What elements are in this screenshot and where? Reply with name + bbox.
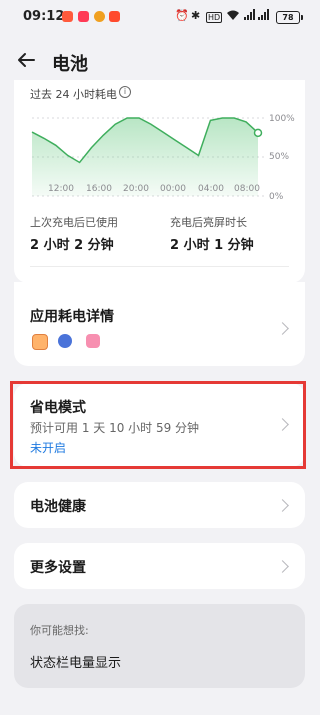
chevron-right-icon [276,322,289,335]
app-icon [58,334,72,348]
y-tick-label: 100% [269,114,295,124]
x-tick-label: 08:00 [234,184,260,194]
app-header: 电池 [0,44,320,80]
stat-label-used: 上次充电后已使用 [30,216,118,229]
stat-value-screen: 2 小时 1 分钟 [170,238,254,253]
suggestion-card: 你可能想找: 状态栏电量显示 [14,604,305,688]
app-icon [86,334,100,348]
battery-icon: 78 [276,11,303,24]
suggestion-link[interactable]: 状态栏电量显示 [30,652,121,671]
signal-icon [244,9,256,23]
back-icon[interactable] [16,50,36,75]
x-tick-label: 20:00 [123,184,149,194]
notification-app-icon [94,11,105,22]
notification-app-icon [62,11,73,22]
more-settings-row[interactable]: 更多设置 [14,543,305,589]
current-point [253,128,263,138]
notification-app-icon [109,11,120,22]
status-time: 09:12 [23,9,65,24]
signal-icon [258,9,270,23]
app-usage-title: 应用耗电详情 [30,309,114,325]
x-tick-label: 00:00 [160,184,186,194]
hd-icon: HD [206,12,223,23]
battery-health-row[interactable]: 电池健康 [14,482,305,528]
notification-app-icon [78,11,89,22]
x-tick-label: 12:00 [48,184,74,194]
battery-usage-card: 过去 24 小时耗电 i 100% 50% 0% 12:00 16:00 20:… [14,80,305,283]
stat-value-used: 2 小时 2 分钟 [30,238,114,253]
x-tick-label: 16:00 [86,184,112,194]
alarm-icon: ⏰ [175,9,189,22]
highlight-box [10,381,306,469]
y-tick-label: 50% [269,152,290,162]
y-tick-label: 0% [269,192,284,202]
vibrate-icon: ✱ [191,9,201,22]
battery-health-title: 电池健康 [30,499,86,515]
page-title: 电池 [52,54,88,75]
stat-label-screen: 充电后亮屏时长 [170,216,247,229]
more-settings-title: 更多设置 [30,560,86,576]
status-bar: 09:12 ⏰ ✱ HD 78 [0,0,320,36]
chart-title: 过去 24 小时耗电 [30,88,117,101]
wifi-icon [226,9,240,24]
chevron-right-icon [276,499,289,512]
suggestion-heading: 你可能想找: [30,624,89,637]
info-icon[interactable]: i [119,86,131,98]
chevron-right-icon [276,560,289,573]
app-icon [32,334,48,350]
app-usage-row[interactable]: 应用耗电详情 [14,282,305,366]
divider [30,266,289,267]
x-tick-label: 04:00 [198,184,224,194]
